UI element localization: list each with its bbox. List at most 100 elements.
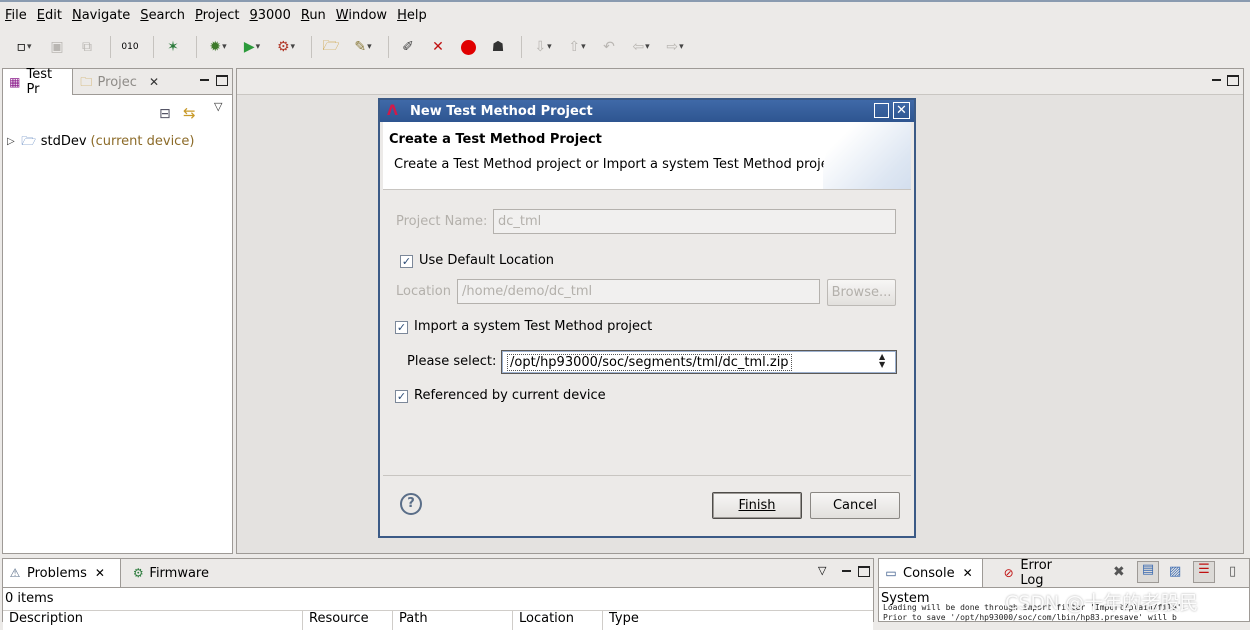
grid-icon: ▦ <box>9 75 21 89</box>
maximize-icon[interactable] <box>858 566 870 577</box>
save-icon[interactable]: ▣ <box>44 35 70 59</box>
column-type[interactable]: Type <box>603 611 703 630</box>
cancel-button[interactable]: Cancel <box>810 492 900 519</box>
toolbar-separator <box>311 36 312 58</box>
tree-item-stddev[interactable]: ▷ 🗁 stdDev (current device) <box>7 133 194 149</box>
close-icon[interactable]: ✕ <box>963 566 973 580</box>
tab-project[interactable]: 🗀 Projec ✕ <box>75 69 163 95</box>
wizard-icon[interactable]: ✶ <box>160 35 186 59</box>
column-location[interactable]: Location <box>513 611 603 630</box>
collapse-all-icon[interactable]: ⊟ <box>159 106 171 122</box>
minimize-icon[interactable] <box>841 566 853 577</box>
menu-bar: File Edit Navigate Search Project 93000 … <box>0 0 1250 28</box>
menu-93000[interactable]: 93000 <box>246 8 297 23</box>
next-annotation-icon[interactable]: ⇩ <box>528 35 558 59</box>
external-tools-icon[interactable]: ⚙ <box>271 35 301 59</box>
select-spinner-icon[interactable]: ▲ ▼ <box>879 353 885 369</box>
maximize-icon[interactable] <box>216 75 228 86</box>
dialog-divider <box>383 475 911 476</box>
menu-file[interactable]: File <box>2 8 34 23</box>
menu-window[interactable]: Window <box>333 8 394 23</box>
finish-label: Finish <box>738 498 776 513</box>
problems-count: 0 items <box>5 591 54 606</box>
open-folder-icon[interactable]: 🗁 <box>318 35 344 59</box>
project-name-field[interactable]: dc_tml <box>493 209 896 234</box>
tab-console[interactable]: ▭ Console ✕ <box>879 559 983 587</box>
select-value: /opt/hp93000/soc/segments/tml/dc_tml.zip <box>507 354 792 371</box>
debug-icon[interactable]: ✹ <box>203 35 233 59</box>
menu-help[interactable]: Help <box>394 8 434 23</box>
chart-icon[interactable]: ▨ <box>1169 564 1181 579</box>
clear-console-icon[interactable]: ✖ <box>1113 564 1125 580</box>
dialog-title: New Test Method Project <box>410 103 593 119</box>
tab-error-log[interactable]: ⊘ Error Log <box>997 558 1081 588</box>
dialog-heading: Create a Test Method Project <box>389 132 602 147</box>
toolbar-separator <box>110 36 111 58</box>
header-banner-graphic <box>823 122 911 189</box>
minimize-icon[interactable] <box>1211 75 1223 86</box>
problems-table-header: Description Resource Path Location Type <box>3 610 873 630</box>
menu-edit[interactable]: Edit <box>34 8 69 23</box>
menu-search[interactable]: Search <box>137 8 192 23</box>
browse-button[interactable]: Browse... <box>827 279 896 306</box>
close-icon[interactable]: ✕ <box>893 102 910 119</box>
please-select-label: Please select: <box>407 354 497 369</box>
location-field[interactable]: /home/demo/dc_tml <box>457 279 820 304</box>
expand-arrow-icon[interactable]: ▷ <box>7 136 15 147</box>
finish-button[interactable]: Finish <box>712 492 802 519</box>
maximize-icon[interactable] <box>874 103 889 118</box>
previous-annotation-icon[interactable]: ⇧ <box>562 35 592 59</box>
minimize-icon[interactable] <box>199 75 211 86</box>
open-console-icon[interactable]: ▯ <box>1229 564 1236 579</box>
run-icon[interactable]: ▶ <box>237 35 267 59</box>
error-log-icon: ⊘ <box>1003 566 1014 580</box>
import-system-label: Import a system Test Method project <box>414 319 653 334</box>
system-tml-select[interactable]: /opt/hp93000/soc/segments/tml/dc_tml.zip… <box>501 350 897 374</box>
back-icon[interactable]: ⇦ <box>626 35 656 59</box>
use-default-location-checkbox[interactable]: ✓ <box>400 255 413 268</box>
menu-project[interactable]: Project <box>192 8 247 23</box>
tab-label: Firmware <box>149 565 209 581</box>
editor-tabbar <box>237 69 1243 95</box>
menu-run[interactable]: Run <box>298 8 333 23</box>
tool-icon[interactable]: ✎ <box>348 35 378 59</box>
hat-icon[interactable]: ☗ <box>485 35 511 59</box>
use-default-location-label: Use Default Location <box>419 253 555 268</box>
view-menu-icon[interactable]: ▽ <box>214 100 222 113</box>
tab-problems[interactable]: ⚠ Problems ✕ <box>3 559 121 587</box>
dialog-title-bar[interactable]: Λ New Test Method Project ✕ <box>380 100 914 122</box>
toolbar-separator <box>388 36 389 58</box>
last-edit-icon[interactable]: ↶ <box>596 35 622 59</box>
console-tabbar: ▭ Console ✕ ⊘ Error Log ✖ ▤ ▨ ☰ ▯ <box>879 558 1249 588</box>
view-menu-icon[interactable]: ▽ <box>818 564 826 577</box>
location-label: Location <box>396 284 451 299</box>
problems-panel: ⚠ Problems ✕ ⚙ Firmware ▽ 0 items Descri… <box>2 558 874 630</box>
binary-icon[interactable]: 010 <box>117 35 143 59</box>
column-path[interactable]: Path <box>393 611 513 630</box>
referenced-checkbox[interactable]: ✓ <box>395 390 408 403</box>
display-console-icon[interactable]: ☰ <box>1193 561 1215 583</box>
pin-console-icon[interactable]: ▤ <box>1137 561 1159 583</box>
link-editor-icon[interactable]: ⇆ <box>183 104 196 122</box>
tab-firmware[interactable]: ⚙ Firmware <box>127 559 213 587</box>
left-panel-tabbar: ▦ Test Pr 🗀 Projec ✕ <box>3 67 232 97</box>
close-icon[interactable]: ✕ <box>95 566 105 580</box>
app-logo-icon: Λ <box>387 103 398 119</box>
new-icon[interactable]: ▫ <box>8 35 40 59</box>
import-system-checkbox[interactable]: ✓ <box>395 321 408 334</box>
maximize-icon[interactable] <box>1227 75 1239 86</box>
close-icon[interactable]: ✕ <box>149 75 159 89</box>
tab-test-program[interactable]: ▦ Test Pr <box>3 67 73 97</box>
forward-icon[interactable]: ⇨ <box>660 35 690 59</box>
save-all-icon[interactable]: ⧉ <box>74 35 100 59</box>
help-icon[interactable]: ? <box>400 493 422 515</box>
project-icon: 🗀 <box>80 75 93 89</box>
menu-navigate[interactable]: Navigate <box>69 8 137 23</box>
device-folder-icon: 🗁 <box>21 134 37 148</box>
column-description[interactable]: Description <box>3 611 303 630</box>
stop-icon[interactable] <box>455 35 481 59</box>
toolbar-separator <box>153 36 154 58</box>
column-resource[interactable]: Resource <box>303 611 393 630</box>
connect-icon[interactable]: ✐ <box>395 35 421 59</box>
disconnect-icon[interactable]: ✕ <box>425 35 451 59</box>
